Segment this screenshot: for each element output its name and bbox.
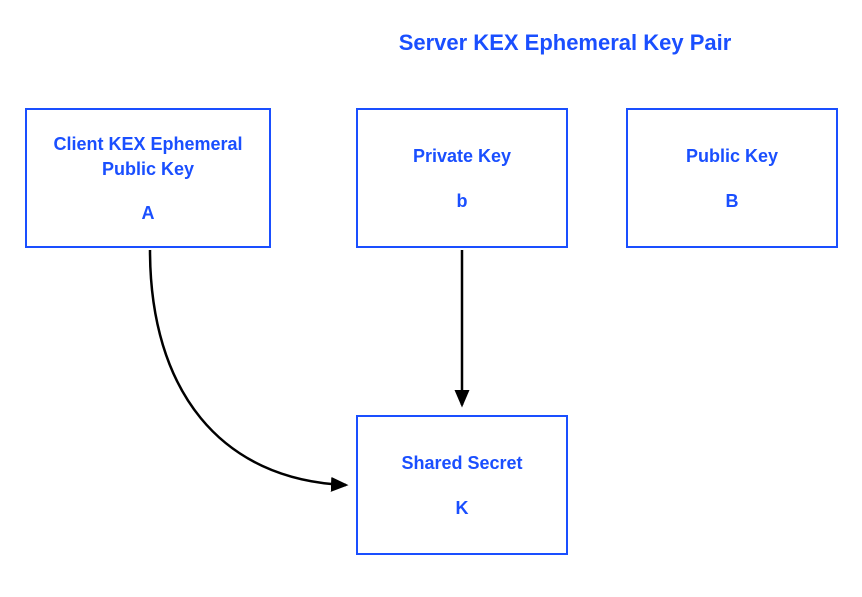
- box-private-key-label: Private Key: [413, 144, 511, 168]
- box-client-public-key-label: Client KEX Ephemeral Public Key: [37, 132, 259, 181]
- box-private-key: Private Key b: [356, 108, 568, 248]
- box-client-public-key: Client KEX Ephemeral Public Key A: [25, 108, 271, 248]
- box-shared-secret-label: Shared Secret: [401, 451, 522, 475]
- box-client-public-key-symbol: A: [142, 203, 155, 224]
- box-public-key: Public Key B: [626, 108, 838, 248]
- box-public-key-symbol: B: [726, 191, 739, 212]
- box-shared-secret-symbol: K: [456, 498, 469, 519]
- arrow-client-to-shared: [150, 250, 346, 485]
- box-shared-secret: Shared Secret K: [356, 415, 568, 555]
- box-public-key-label: Public Key: [686, 144, 778, 168]
- diagram-title: Server KEX Ephemeral Key Pair: [355, 30, 775, 56]
- box-private-key-symbol: b: [457, 191, 468, 212]
